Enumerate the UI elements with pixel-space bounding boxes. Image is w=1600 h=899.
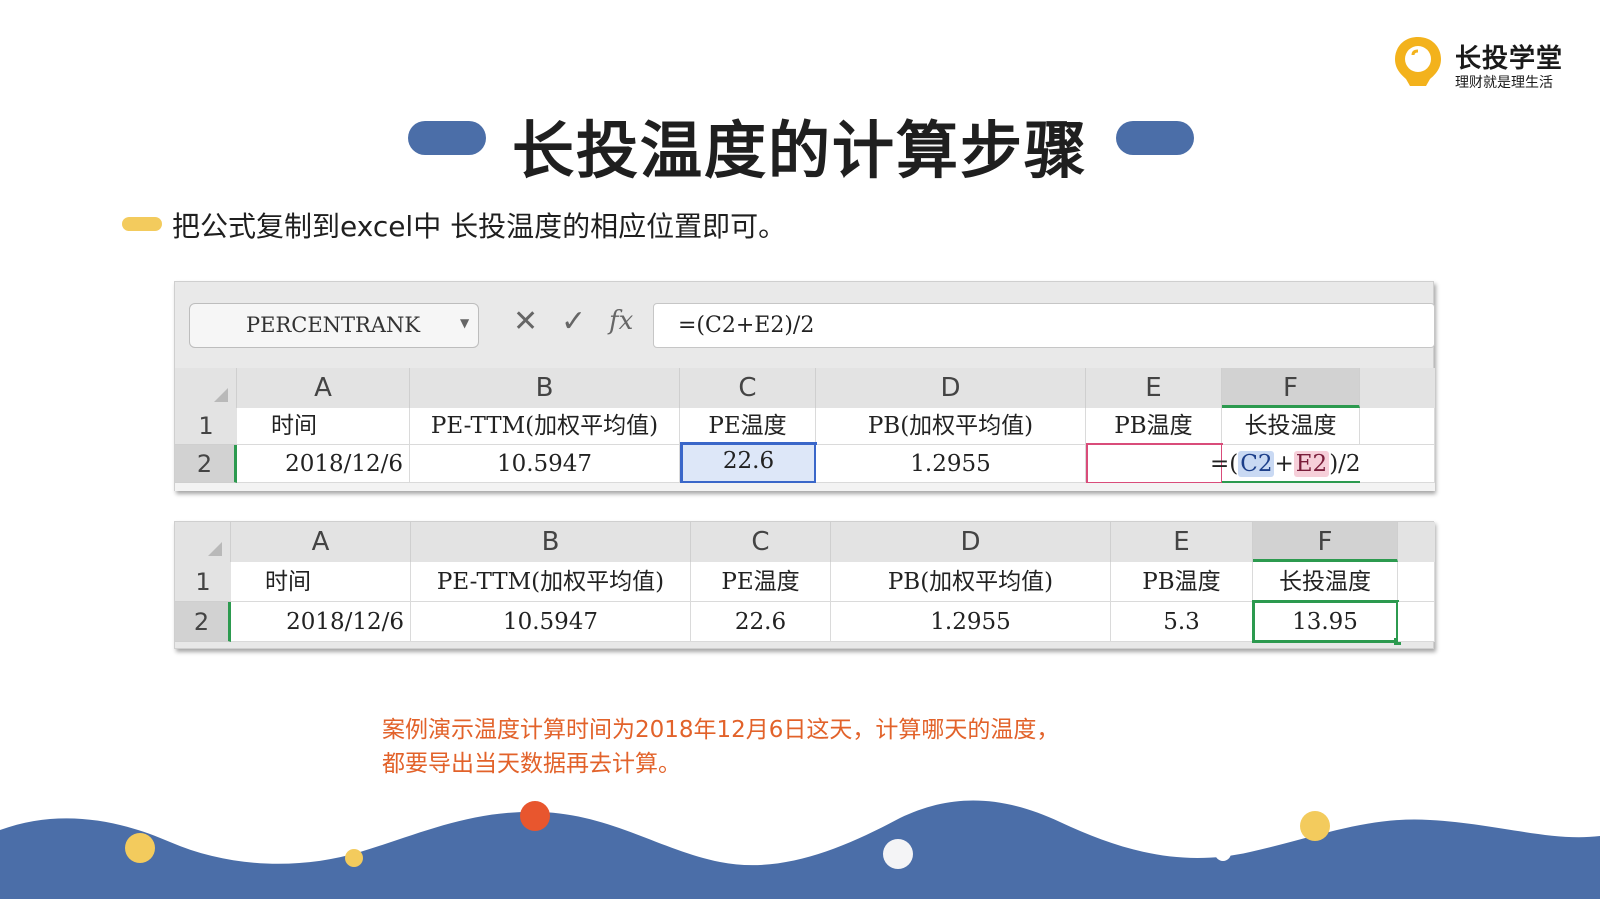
decorative-waves: [0, 800, 1600, 899]
cell-g2[interactable]: [1398, 602, 1435, 642]
formula-ref-c2: C2: [1238, 451, 1275, 477]
cell-a1[interactable]: 时间: [231, 562, 411, 602]
spreadsheet-result: A B C D E F 1 时间 PE-TTM(加权平均值) PE温度 PB(加…: [174, 521, 1435, 649]
column-header-empty: [1398, 522, 1435, 562]
cell-d1[interactable]: PB(加权平均值): [816, 408, 1086, 445]
lightbulb-location-icon: [1395, 37, 1441, 86]
cell-a2[interactable]: 2018/12/6: [237, 445, 410, 483]
name-box[interactable]: PERCENTRANK ▼: [189, 303, 479, 348]
cell-g1[interactable]: [1360, 408, 1435, 445]
row-header-1[interactable]: 1: [175, 408, 237, 445]
instruction-text: 把公式复制到excel中 长投温度的相应位置即可。: [172, 210, 787, 243]
column-header-d[interactable]: D: [816, 368, 1086, 408]
dot-white-large: [883, 839, 913, 869]
cell-f2-editing-formula[interactable]: =(C2+E2)/2: [1210, 445, 1361, 483]
formula-ref-e2: E2: [1293, 451, 1330, 477]
title-row: 长投温度的计算步骤: [0, 96, 1600, 187]
formula-close: )/2: [1329, 451, 1361, 477]
spreadsheet-editing: PERCENTRANK ▼ ✕ ✓ fx =(C2+E2)/2 A B C D …: [174, 281, 1435, 491]
formula-plus: +: [1274, 451, 1294, 477]
formula-open: =(: [1210, 451, 1239, 477]
dot-yellow-right: [1300, 811, 1330, 841]
dot-yellow-left: [125, 833, 155, 863]
cell-b1[interactable]: PE-TTM(加权平均值): [411, 562, 691, 602]
referenced-cell-e2: [1086, 443, 1223, 484]
cell-g1[interactable]: [1398, 562, 1435, 602]
brand-name: 长投学堂: [1455, 44, 1564, 74]
formula-input[interactable]: =(C2+E2)/2: [653, 303, 1435, 348]
title-decoration-right: [1116, 121, 1194, 155]
column-header-e[interactable]: E: [1086, 368, 1222, 408]
column-header-f[interactable]: F: [1253, 522, 1398, 562]
brand-logo: 长投学堂 理财就是理生活: [1392, 34, 1582, 94]
cell-e2[interactable]: 5.3: [1111, 602, 1253, 642]
row-header-2[interactable]: 2: [175, 602, 231, 642]
cell-b2[interactable]: 10.5947: [411, 602, 691, 642]
cell-d2[interactable]: 1.2955: [816, 445, 1086, 483]
cell-d2[interactable]: 1.2955: [831, 602, 1111, 642]
select-all-corner[interactable]: [175, 522, 231, 562]
dot-orange: [520, 801, 550, 831]
bullet-marker: [122, 217, 162, 231]
cell-c2[interactable]: 22.6: [691, 602, 831, 642]
cell-c1[interactable]: PE温度: [691, 562, 831, 602]
column-header-a[interactable]: A: [231, 522, 411, 562]
select-all-corner[interactable]: [175, 368, 237, 408]
chevron-down-icon[interactable]: ▼: [460, 316, 469, 330]
brand-slogan: 理财就是理生活: [1455, 75, 1553, 91]
page-title: 长投温度的计算步骤: [511, 114, 1088, 187]
active-cell-border: [1252, 600, 1399, 643]
function-icon[interactable]: fx: [609, 306, 633, 336]
cell-a1[interactable]: 时间: [237, 408, 410, 445]
row-header-1[interactable]: 1: [175, 562, 231, 602]
cell-d1[interactable]: PB(加权平均值): [831, 562, 1111, 602]
confirm-icon[interactable]: ✓: [561, 304, 586, 339]
case-note: 案例演示温度计算时间为2018年12月6日这天，计算哪天的温度， 都要导出当天数…: [382, 713, 1059, 781]
cancel-icon[interactable]: ✕: [513, 304, 538, 339]
cell-a2[interactable]: 2018/12/6: [231, 602, 411, 642]
case-note-line-1: 案例演示温度计算时间为2018年12月6日这天，计算哪天的温度，: [382, 717, 1060, 743]
sheet-bottom-strip: [175, 483, 1435, 491]
column-header-b[interactable]: B: [410, 368, 680, 408]
cell-b2[interactable]: 10.5947: [410, 445, 680, 483]
dot-yellow-small: [345, 849, 363, 867]
cell-b1[interactable]: PE-TTM(加权平均值): [410, 408, 680, 445]
formula-bar: PERCENTRANK ▼ ✕ ✓ fx =(C2+E2)/2: [175, 282, 1435, 368]
cell-c1[interactable]: PE温度: [680, 408, 816, 445]
cell-f1[interactable]: 长投温度: [1253, 562, 1398, 602]
name-box-value: PERCENTRANK: [246, 313, 421, 337]
column-header-c[interactable]: C: [691, 522, 831, 562]
column-header-f[interactable]: F: [1222, 368, 1360, 408]
column-header-d[interactable]: D: [831, 522, 1111, 562]
column-header-empty: [1360, 368, 1435, 408]
cell-e1[interactable]: PB温度: [1111, 562, 1253, 602]
title-decoration-left: [408, 121, 486, 155]
row-header-2[interactable]: 2: [175, 445, 237, 483]
column-header-a[interactable]: A: [237, 368, 410, 408]
cell-f1[interactable]: 长投温度: [1222, 408, 1360, 445]
cell-e1[interactable]: PB温度: [1086, 408, 1222, 445]
column-header-b[interactable]: B: [411, 522, 691, 562]
referenced-cell-c2[interactable]: 22.6: [680, 442, 817, 484]
column-header-e[interactable]: E: [1111, 522, 1253, 562]
dot-white-small: [1215, 845, 1231, 861]
case-note-line-2: 都要导出当天数据再去计算。: [382, 751, 681, 777]
cell-c2-value: 22.6: [722, 448, 775, 474]
column-header-c[interactable]: C: [680, 368, 816, 408]
